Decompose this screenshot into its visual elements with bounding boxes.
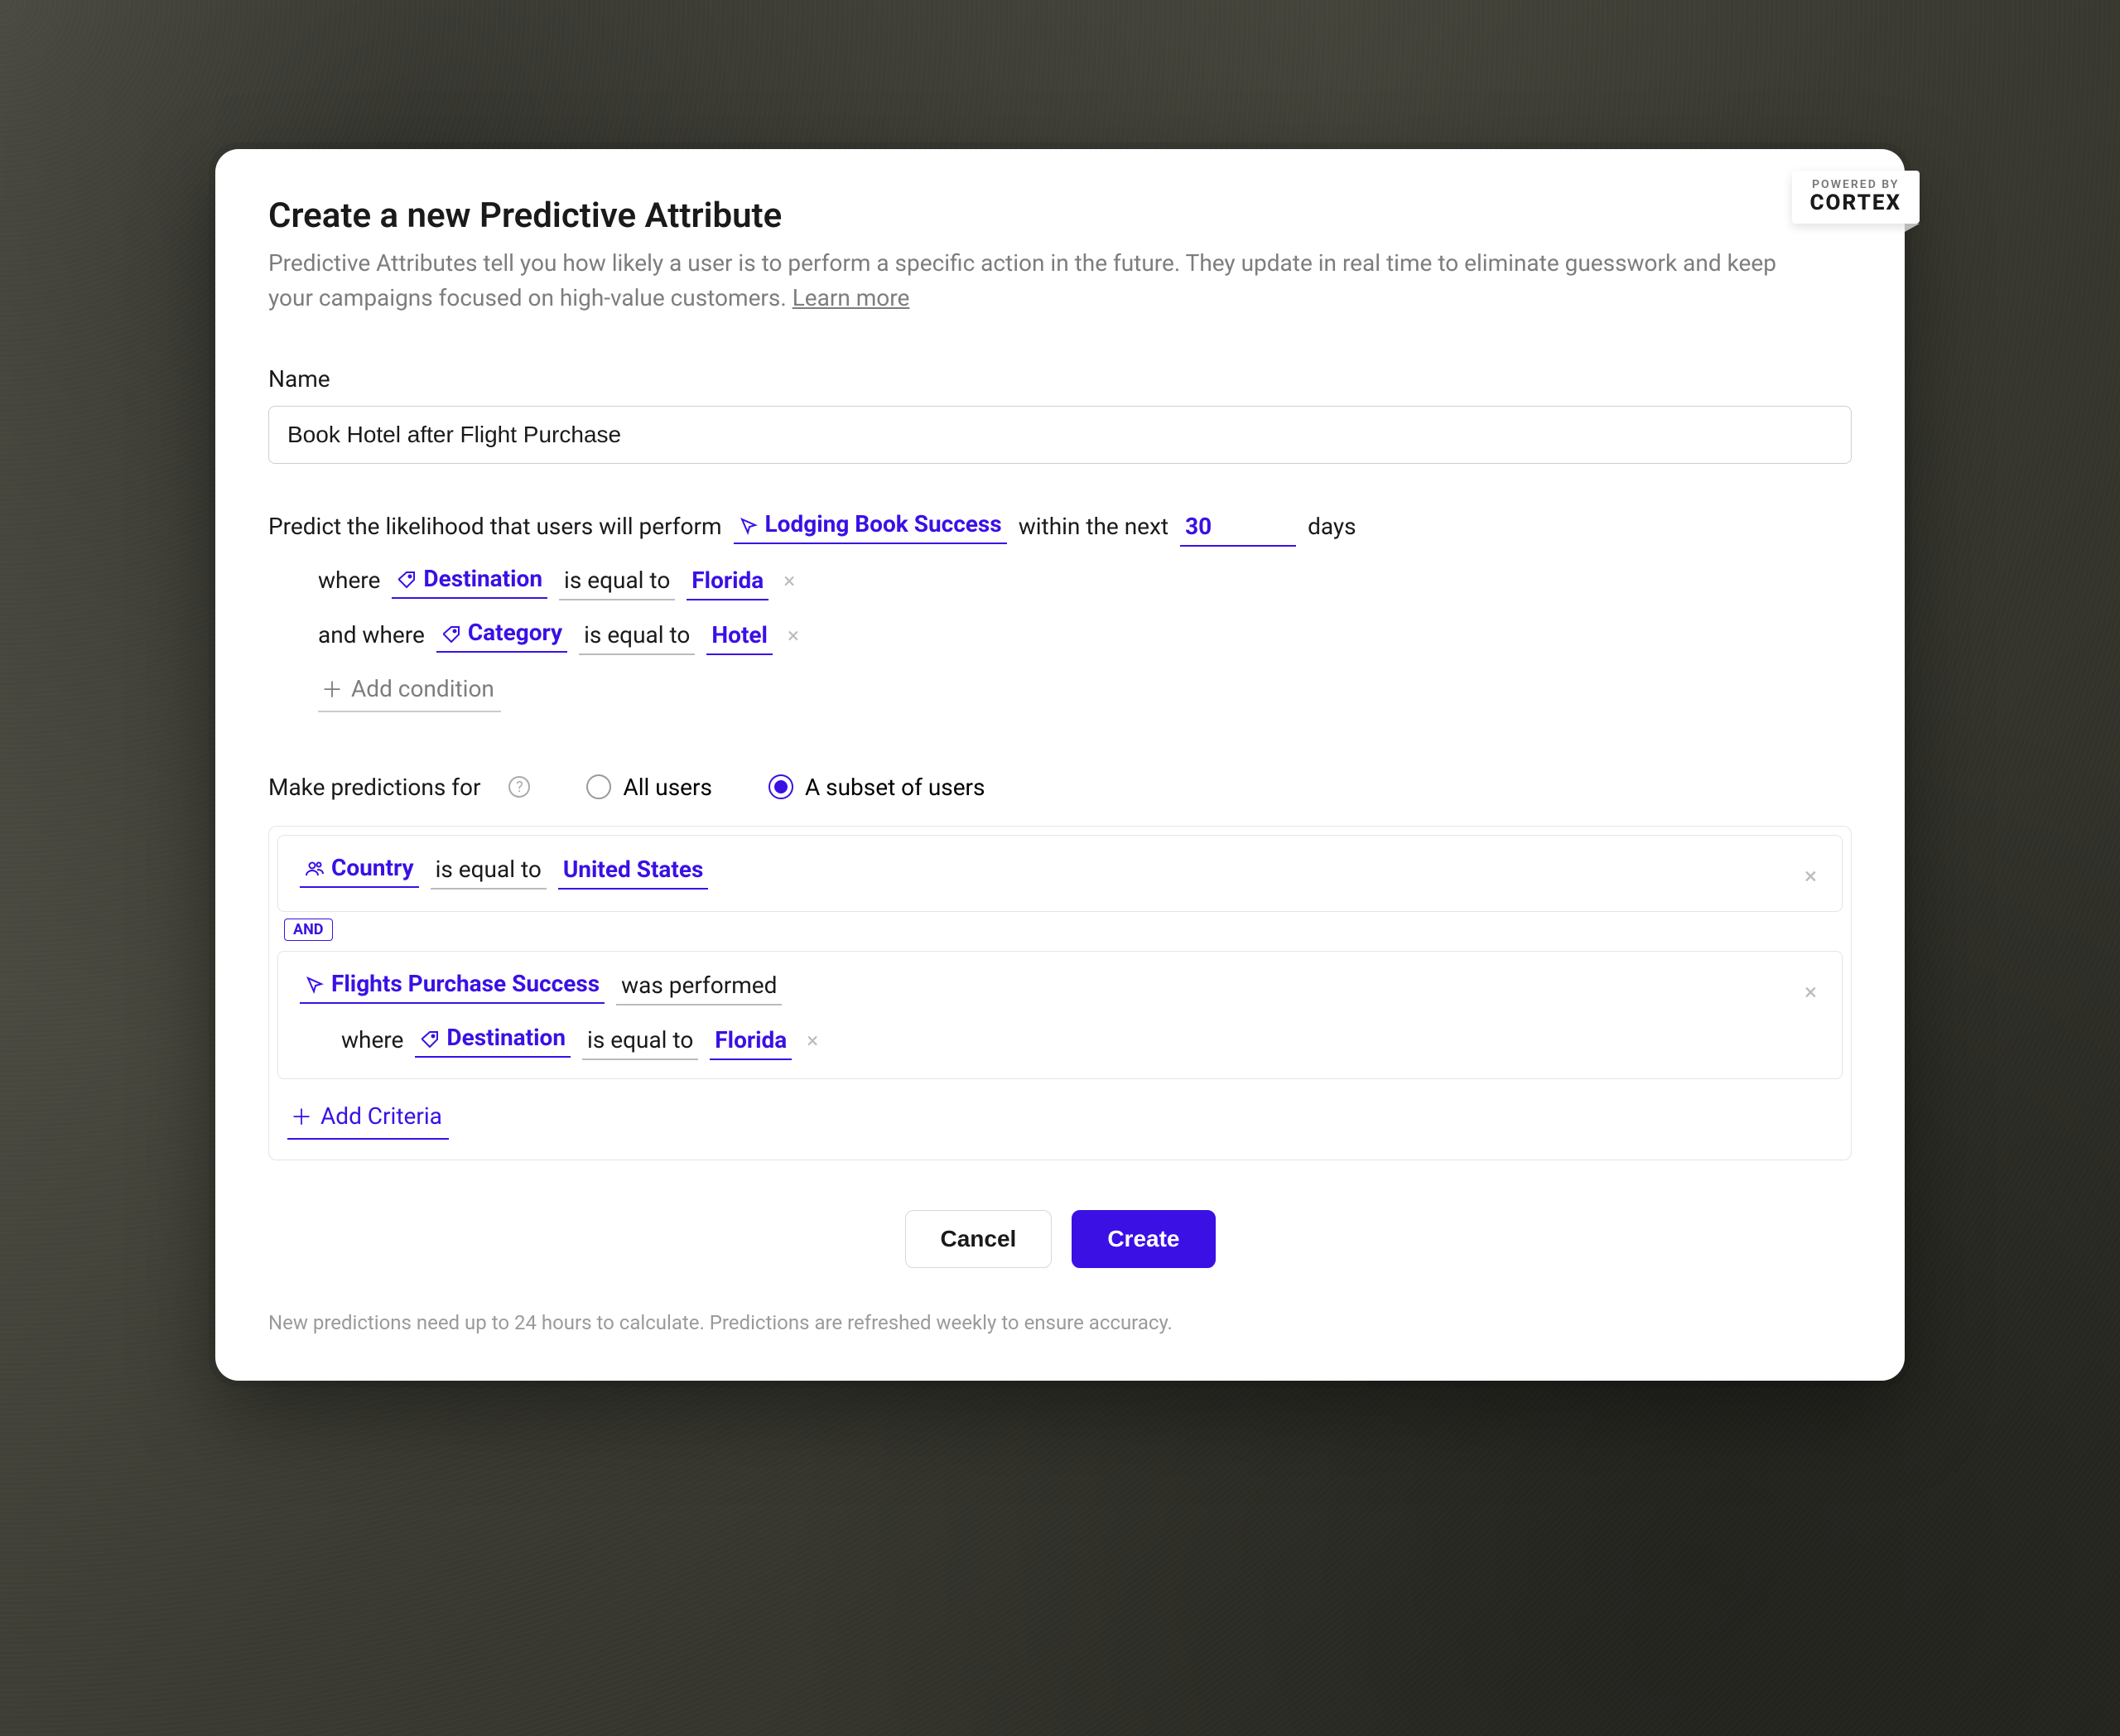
predictions-for-row: Make predictions for ? All users A subse… — [268, 774, 1852, 801]
condition-op-token[interactable]: is equal to — [559, 567, 675, 600]
predict-sentence: Predict the likelihood that users will p… — [268, 510, 1852, 547]
cortex-badge: POWERED BY CORTEX — [1792, 171, 1920, 224]
modal-description: Predictive Attributes tell you how likel… — [268, 246, 1817, 316]
modal-buttons: Cancel Create — [268, 1210, 1852, 1268]
plus-icon: ＋ — [291, 1101, 312, 1131]
condition-row: and where Category is equal to Hotel × — [268, 619, 1852, 655]
remove-criteria-icon[interactable]: × — [1801, 975, 1820, 1009]
modal-title: Create a new Predictive Attribute — [268, 195, 1852, 236]
radio-subset-users[interactable] — [768, 774, 793, 799]
condition-attr-token[interactable]: Category — [436, 619, 567, 653]
name-field-label: Name — [268, 365, 1852, 393]
predict-days-token[interactable]: 30 — [1180, 513, 1296, 547]
criteria-value-token[interactable]: Florida — [710, 1026, 792, 1060]
modal-card: POWERED BY CORTEX Create a new Predictiv… — [215, 149, 1905, 1381]
condition-attr-token[interactable]: Destination — [392, 565, 547, 599]
powered-by-label: POWERED BY — [1810, 179, 1902, 190]
subset-criteria-box: Country is equal to United States × AND … — [268, 826, 1852, 1160]
remove-condition-icon[interactable]: × — [784, 624, 802, 649]
criteria-op-token[interactable]: is equal to — [431, 856, 547, 890]
create-button[interactable]: Create — [1072, 1210, 1215, 1268]
criteria-op-token[interactable]: is equal to — [582, 1026, 698, 1060]
cursor-icon — [739, 516, 759, 536]
radio-all-users[interactable] — [586, 774, 611, 799]
condition-op-token[interactable]: is equal to — [579, 621, 695, 655]
tag-icon — [441, 624, 461, 644]
radio-subset-users-label[interactable]: A subset of users — [805, 774, 985, 801]
criteria-value-token[interactable]: United States — [558, 856, 709, 890]
condition-value-token[interactable]: Florida — [687, 567, 768, 600]
remove-condition-icon[interactable]: × — [803, 1029, 822, 1054]
remove-condition-icon[interactable]: × — [780, 569, 798, 594]
remove-criteria-icon[interactable]: × — [1801, 859, 1820, 893]
and-chip: AND — [284, 919, 333, 941]
add-condition-row: ＋ Add condition — [268, 673, 1852, 712]
tag-icon — [397, 570, 417, 590]
cursor-icon — [305, 975, 325, 995]
condition-row: where Destination is equal to Florida × — [268, 565, 1852, 601]
criteria-attr-token[interactable]: Country — [300, 854, 419, 888]
criteria-op-token[interactable]: was performed — [616, 972, 782, 1005]
add-condition-button[interactable]: ＋ Add condition — [318, 673, 501, 712]
criteria-block: Flights Purchase Success was performed w… — [277, 951, 1843, 1079]
cortex-brand: CORTEX — [1810, 192, 1902, 214]
name-input[interactable] — [268, 406, 1852, 464]
criteria-block: Country is equal to United States × — [277, 835, 1843, 912]
add-criteria-button[interactable]: ＋ Add Criteria — [287, 1101, 449, 1140]
learn-more-link[interactable]: Learn more — [793, 284, 910, 311]
condition-value-token[interactable]: Hotel — [706, 621, 773, 655]
criteria-event-token[interactable]: Flights Purchase Success — [300, 970, 605, 1004]
cancel-button[interactable]: Cancel — [905, 1210, 1053, 1268]
footnote: New predictions need up to 24 hours to c… — [268, 1311, 1852, 1334]
tag-icon — [420, 1030, 440, 1049]
users-icon — [305, 859, 325, 879]
criteria-attr-token[interactable]: Destination — [415, 1024, 571, 1058]
help-icon[interactable]: ? — [508, 776, 530, 798]
radio-all-users-label[interactable]: All users — [623, 774, 712, 801]
plus-icon: ＋ — [321, 673, 343, 704]
predict-event-token[interactable]: Lodging Book Success — [734, 510, 1007, 544]
